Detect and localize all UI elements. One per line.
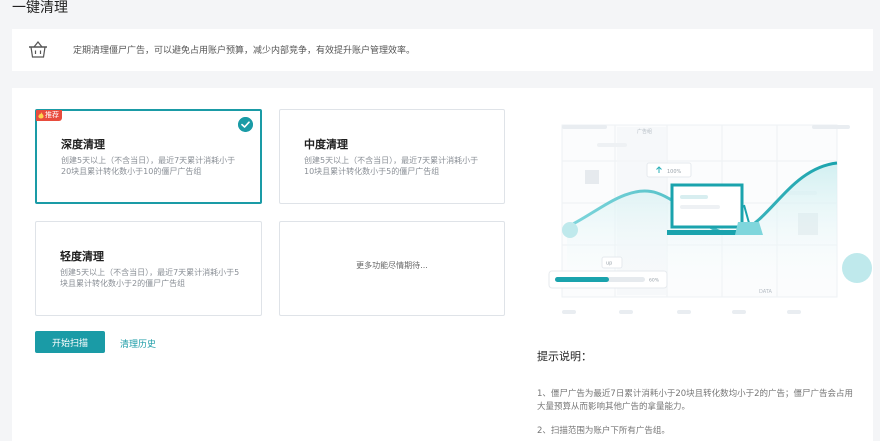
- card-desc: 创建5天以上（不含当日），最近7天累计消耗小于5块且累计转化数小于2的僵尸广告组: [60, 268, 240, 288]
- option-card-deep[interactable]: 推荐 深度清理 创建5天以上（不含当日），最近7天累计消耗小于20块且累计转化数…: [35, 109, 262, 204]
- card-desc: 创建5天以上（不含当日），最近7天累计消耗小于10块且累计转化数小于5的僵尸广告…: [304, 156, 479, 176]
- fire-icon: [38, 112, 44, 119]
- main-panel: 推荐 深度清理 创建5天以上（不含当日），最近7天累计消耗小于20块且累计转化数…: [12, 88, 873, 441]
- notice-text: 定期清理僵尸广告，可以避免占用账户预算，减少内部竞争，有效提升账户管理效率。: [73, 46, 416, 56]
- tip-item: 2、扫描范围为账户下所有广告组。: [537, 426, 670, 436]
- card-title: 轻度清理: [60, 250, 104, 263]
- card-title: 中度清理: [304, 138, 348, 151]
- dashboard-illustration: 广告组 100% up 60% DATA: [548, 124, 872, 314]
- option-card-light[interactable]: 轻度清理 创建5天以上（不含当日），最近7天累计消耗小于5块且累计转化数小于2的…: [35, 221, 262, 316]
- page-title: 一键清理: [12, 0, 68, 16]
- illus-progress-fill: [555, 277, 609, 282]
- more-features-card: 更多功能尽情期待...: [279, 221, 505, 316]
- option-card-medium[interactable]: 中度清理 创建5天以上（不含当日），最近7天累计消耗小于10块且累计转化数小于5…: [279, 109, 505, 204]
- clean-history-link[interactable]: 清理历史: [120, 337, 156, 350]
- more-features-text: 更多功能尽情期待...: [356, 261, 428, 270]
- illus-label-top: 广告组: [637, 128, 652, 135]
- check-icon: [238, 117, 253, 132]
- illus-label-data: DATA: [759, 289, 772, 295]
- tips-title: 提示说明：: [537, 350, 592, 363]
- notice-banner: 定期清理僵尸广告，可以避免占用账户预算，减少内部竞争，有效提升账户管理效率。: [12, 29, 873, 71]
- start-scan-button[interactable]: 开始扫描: [35, 331, 105, 353]
- tip-item: 1、僵尸广告为最近7日累计消耗小于20块且转化数均小于2的广告；僵尸广告会占用大…: [537, 389, 854, 412]
- illus-label-up-pct: 100%: [667, 169, 682, 175]
- illus-label-progress: 60%: [649, 278, 660, 284]
- basket-icon: [29, 41, 47, 58]
- recommend-badge-label: 推荐: [45, 111, 59, 119]
- card-desc: 创建5天以上（不含当日），最近7天累计消耗小于20块且累计转化数小于10的僵尸广…: [61, 156, 236, 176]
- illus-label-up: up: [606, 261, 612, 267]
- card-title: 深度清理: [61, 138, 105, 151]
- recommend-badge: 推荐: [36, 110, 62, 121]
